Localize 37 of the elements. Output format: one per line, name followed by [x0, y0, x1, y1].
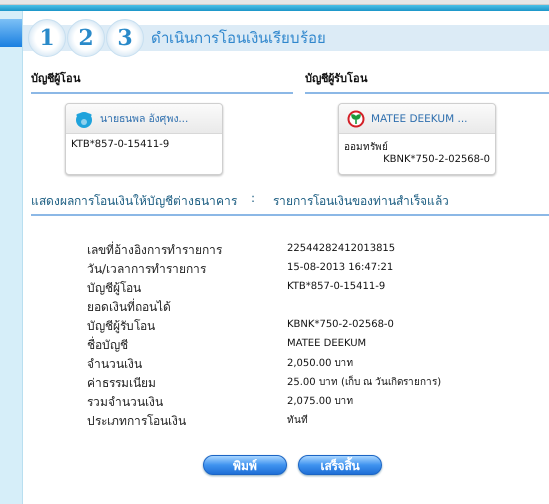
detail-value: 2,075.00 บาท	[287, 394, 355, 408]
account-type: ออมทรัพย์	[344, 140, 389, 154]
result-label: แสดงผลการโอนเงินให้บัญชีต่างธนาคาร	[31, 193, 237, 210]
detail-label: ประเภทการโอนเงิน	[87, 413, 187, 427]
finish-button[interactable]: เสร็จสิ้น	[298, 455, 382, 475]
detail-value: ทันที	[287, 414, 309, 427]
detail-value: 15-08-2013 16:47:21	[287, 260, 394, 274]
detail-value: 25.00 บาท (เก็บ ณ วันเกิดรายการ)	[287, 374, 442, 389]
status-message: รายการโอนเงินของท่านสำเร็จแล้ว	[273, 192, 450, 210]
section-heading: บัญชีผู้โอน	[31, 69, 293, 94]
account-number: KTB*857-0-15411-9	[71, 139, 170, 150]
detail-label: รวมจำนวนเงิน	[87, 394, 164, 408]
detail-label: บัญชีผู้รับโอน	[87, 318, 156, 332]
detail-label: บัญชีผู้โอน	[87, 280, 142, 294]
step-number: 3	[106, 19, 144, 57]
section-heading: บัญชีผู้รับโอน	[305, 69, 549, 94]
detail-value: 22544282412013815	[287, 242, 396, 256]
sidebar-tab[interactable]	[0, 19, 22, 47]
detail-label: ยอดเงินที่ถอนได้	[87, 298, 172, 313]
step-number: 2	[67, 19, 105, 57]
account-name: นายธนพล อังศุพง...	[100, 112, 188, 127]
leaf-logo-icon	[347, 110, 365, 128]
detail-label: จำนวนเงิน	[87, 356, 143, 370]
detail-label: ชื่อบัญชี	[87, 336, 129, 351]
separator-colon: :	[251, 191, 256, 207]
detail-value: KBNK*750-2-02568-0	[287, 318, 395, 332]
detail-label: ค่าธรรมเนียม	[87, 375, 157, 389]
account-number: KBNK*750-2-02568-0	[383, 154, 490, 165]
detail-label: วัน/เวลาการทำรายการ	[87, 261, 208, 275]
detail-value: MATEE DEEKUM	[287, 336, 368, 350]
account-name: MATEE DEEKUM ...	[371, 112, 468, 124]
page-title: ดำเนินการโอนเงินเรียบร้อย	[151, 28, 326, 49]
detail-label: เลขที่อ้างอิงการทำรายการ	[87, 240, 223, 256]
detail-value: KTB*857-0-15411-9	[287, 280, 386, 294]
step-number: 1	[28, 19, 66, 57]
detail-value: 2,050.00 บาท	[287, 356, 355, 370]
print-button[interactable]: พิมพ์	[203, 455, 287, 475]
